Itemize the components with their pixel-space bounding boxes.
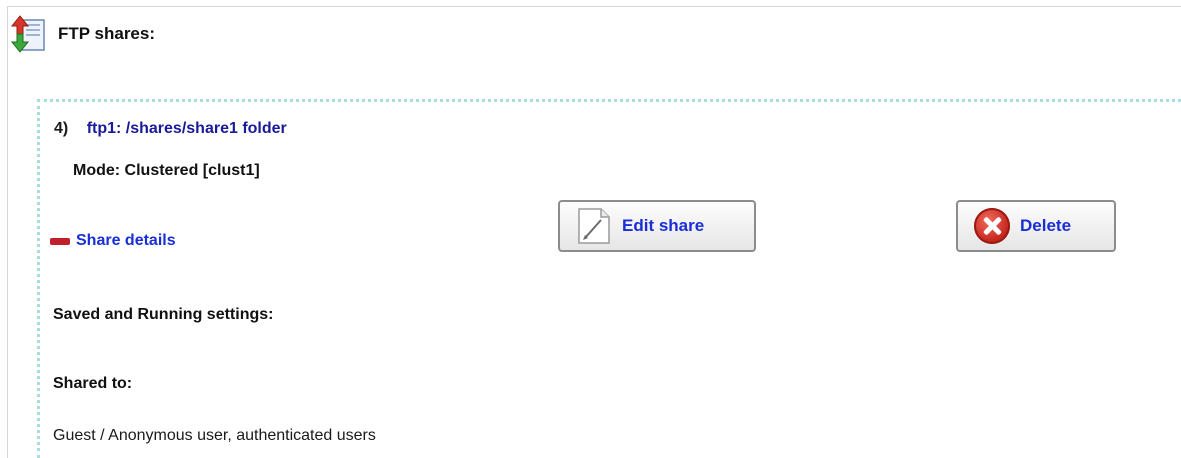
- share-name: ftp1: /shares/share1 folder: [86, 120, 287, 137]
- share-card: 4) ftp1: /shares/share1 folder Mode: Clu…: [37, 99, 1181, 458]
- edit-share-label: Edit share: [622, 216, 705, 235]
- section-header: FTP shares:: [10, 14, 155, 54]
- share-mode: Mode: Clustered [clust1]: [73, 162, 260, 179]
- settings-heading: Saved and Running settings:: [53, 306, 274, 323]
- share-details-label: Share details: [76, 232, 176, 249]
- edit-pencil-icon: [576, 207, 612, 245]
- shared-to-value: Guest / Anonymous user, authenticated us…: [53, 427, 376, 444]
- delete-label: Delete: [1020, 216, 1072, 235]
- delete-button[interactable]: Delete: [956, 200, 1116, 252]
- share-index: 4): [54, 120, 69, 137]
- edit-share-button[interactable]: Edit share: [558, 200, 756, 252]
- ftp-transfer-icon: [10, 14, 48, 54]
- delete-x-icon: [974, 208, 1010, 244]
- collapse-minus-icon: [50, 237, 70, 245]
- share-details-toggle[interactable]: Share details: [50, 232, 176, 250]
- section-title: FTP shares:: [58, 24, 156, 43]
- shared-to-heading: Shared to:: [53, 375, 133, 392]
- share-title-row: 4) ftp1: /shares/share1 folder: [54, 120, 287, 138]
